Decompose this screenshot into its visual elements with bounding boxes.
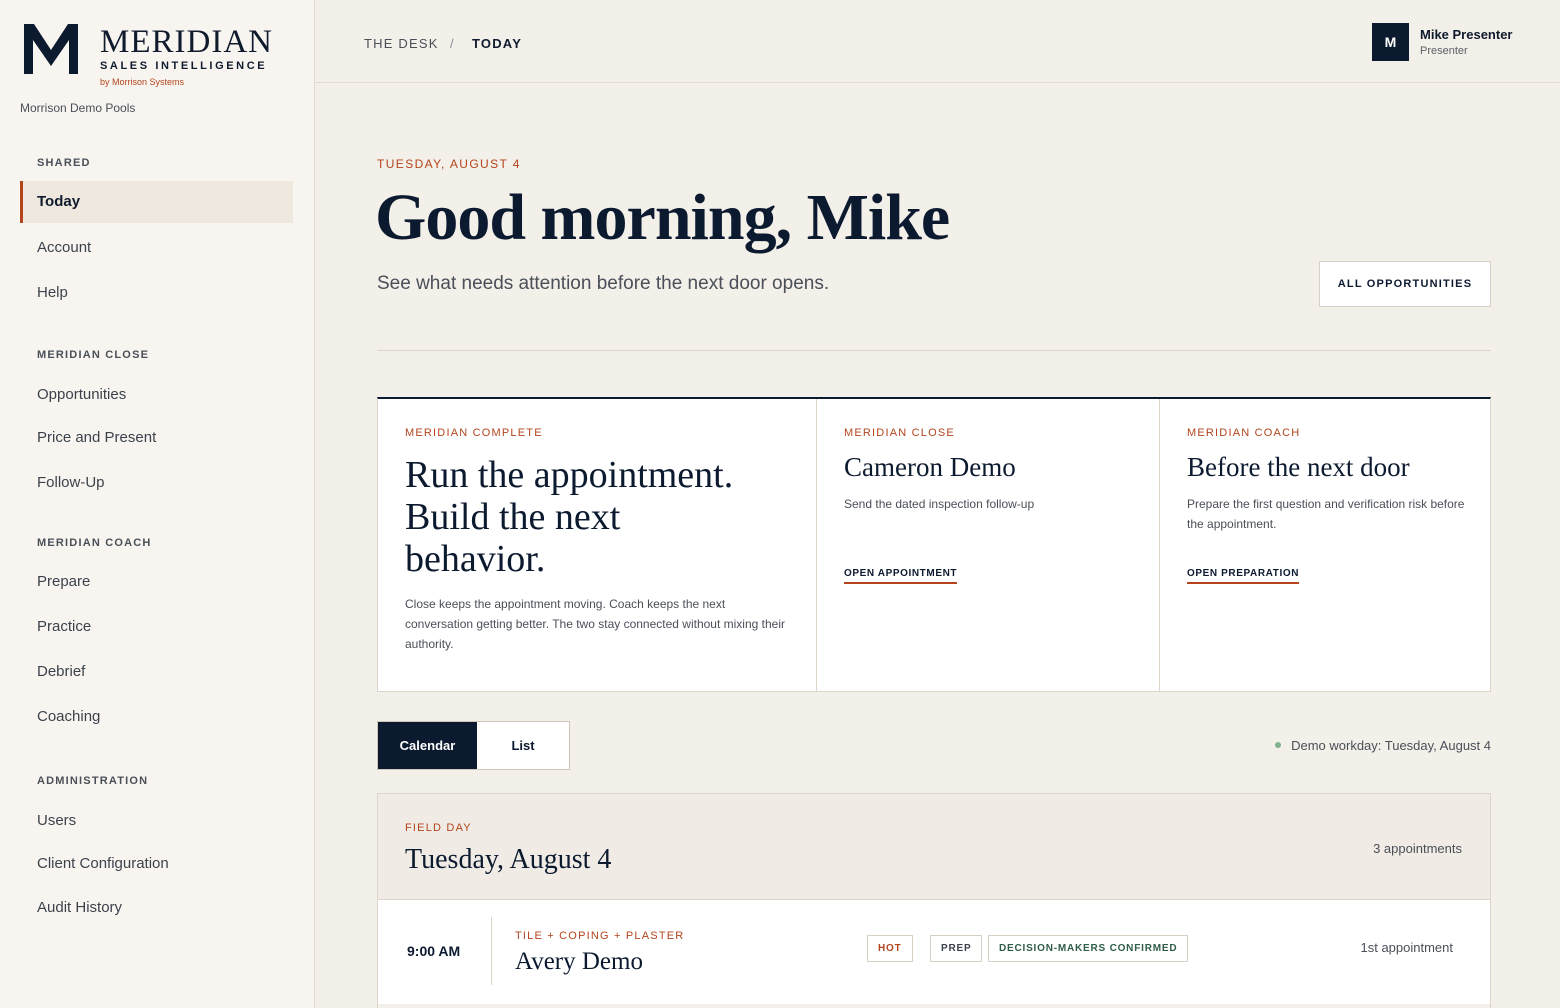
sidebar: MERIDIAN SALES INTELLIGENCE by Morrison … bbox=[0, 0, 315, 1008]
sidebar-item-help[interactable]: Help bbox=[20, 272, 293, 314]
workday-indicator: Demo workday: Tuesday, August 4 bbox=[1275, 738, 1491, 753]
open-preparation-link[interactable]: OPEN PREPARATION bbox=[1187, 568, 1300, 584]
brand-subtitle: SALES INTELLIGENCE bbox=[100, 60, 268, 72]
breadcrumb-separator: / bbox=[450, 36, 455, 51]
sidebar-item-prepare[interactable]: Prepare bbox=[20, 561, 293, 603]
avatar[interactable]: M bbox=[1372, 23, 1409, 61]
card-eyebrow: MERIDIAN COMPLETE bbox=[405, 427, 543, 439]
card-meridian-complete: MERIDIAN COMPLETE Run the appointment. B… bbox=[378, 399, 817, 692]
list-view-button[interactable]: List bbox=[477, 722, 569, 769]
card-description: Close keeps the appointment moving. Coac… bbox=[405, 597, 785, 651]
user-role: Presenter bbox=[1420, 45, 1468, 57]
appointment-count: 3 appointments bbox=[1373, 841, 1462, 856]
card-meridian-coach: MERIDIAN COACH Before the next door Prep… bbox=[1160, 399, 1490, 692]
appointment-sequence: 1st appointment bbox=[1360, 940, 1453, 955]
sidebar-item-opportunities[interactable]: Opportunities bbox=[20, 374, 293, 416]
organization-name: Morrison Demo Pools bbox=[20, 101, 136, 115]
card-meridian-close: MERIDIAN CLOSE Cameron Demo Send the dat… bbox=[817, 399, 1160, 692]
card-eyebrow: MERIDIAN CLOSE bbox=[844, 427, 955, 439]
sidebar-item-practice[interactable]: Practice bbox=[20, 606, 293, 648]
breadcrumb-today: TODAY bbox=[472, 36, 523, 51]
sidebar-item-audit-history[interactable]: Audit History bbox=[20, 887, 293, 929]
page-subtitle: See what needs attention before the next… bbox=[377, 273, 830, 294]
appointment-time: 9:00 AM bbox=[407, 943, 461, 959]
sidebar-item-users[interactable]: Users bbox=[20, 800, 293, 842]
appointment-type: TILE + COPING + PLASTER bbox=[515, 930, 685, 942]
status-badge-prep: PREP bbox=[930, 935, 983, 962]
status-badge-decision-makers: DECISION-MAKERS CONFIRMED bbox=[988, 935, 1189, 962]
brand-logo[interactable]: MERIDIAN SALES INTELLIGENCE by Morrison … bbox=[22, 20, 292, 90]
breadcrumb-the-desk[interactable]: THE DESK bbox=[364, 36, 439, 51]
card-eyebrow: MERIDIAN COACH bbox=[1187, 427, 1301, 439]
workday-text: Demo workday: Tuesday, August 4 bbox=[1291, 738, 1491, 753]
nav-section-administration: ADMINISTRATION bbox=[37, 775, 149, 787]
nav-section-meridian-close: MERIDIAN CLOSE bbox=[37, 349, 150, 361]
sidebar-item-debrief[interactable]: Debrief bbox=[20, 651, 293, 693]
user-name[interactable]: Mike Presenter bbox=[1420, 27, 1513, 42]
sidebar-item-client-configuration[interactable]: Client Configuration bbox=[20, 843, 293, 885]
day-eyebrow: FIELD DAY bbox=[405, 822, 472, 834]
calendar-view-button[interactable]: Calendar bbox=[378, 722, 477, 769]
sidebar-item-price-and-present[interactable]: Price and Present bbox=[20, 417, 293, 459]
day-title: Tuesday, August 4 bbox=[405, 844, 612, 875]
brand-byline: by Morrison Systems bbox=[100, 77, 185, 87]
divider bbox=[377, 350, 1491, 351]
divider bbox=[491, 917, 492, 985]
meridian-logo-icon bbox=[24, 24, 78, 74]
status-dot-icon bbox=[1275, 741, 1282, 748]
sidebar-item-account[interactable]: Account bbox=[20, 227, 293, 269]
appointment-name[interactable]: Avery Demo bbox=[515, 948, 643, 976]
card-title: Cameron Demo bbox=[844, 452, 1016, 482]
current-date: TUESDAY, AUGUST 4 bbox=[377, 157, 521, 171]
status-badge-hot: HOT bbox=[867, 935, 913, 962]
card-headline: Run the appointment. Build the next beha… bbox=[405, 454, 734, 580]
sidebar-item-follow-up[interactable]: Follow-Up bbox=[20, 462, 293, 504]
top-bar: THE DESK / TODAY M Mike Presenter Presen… bbox=[315, 0, 1560, 83]
card-description: Send the dated inspection follow-up bbox=[844, 497, 1035, 511]
sidebar-item-coaching[interactable]: Coaching bbox=[20, 696, 293, 738]
day-header: FIELD DAY Tuesday, August 4 3 appointmen… bbox=[378, 794, 1490, 900]
card-title: Before the next door bbox=[1187, 452, 1410, 482]
brand-name: MERIDIAN bbox=[100, 24, 273, 60]
card-description: Prepare the first question and verificat… bbox=[1187, 497, 1465, 531]
page-title: Good morning, Mike bbox=[375, 181, 950, 254]
sidebar-item-today[interactable]: Today bbox=[20, 181, 293, 223]
overview-cards: MERIDIAN COMPLETE Run the appointment. B… bbox=[377, 397, 1491, 692]
field-day-panel: FIELD DAY Tuesday, August 4 3 appointmen… bbox=[377, 793, 1491, 1008]
nav-section-shared: SHARED bbox=[37, 157, 91, 169]
appointment-row[interactable]: 9:00 AM TILE + COPING + PLASTER Avery De… bbox=[378, 900, 1490, 1004]
all-opportunities-button[interactable]: ALL OPPORTUNITIES bbox=[1319, 261, 1491, 307]
nav-section-meridian-coach: MERIDIAN COACH bbox=[37, 537, 152, 549]
open-appointment-link[interactable]: OPEN APPOINTMENT bbox=[844, 568, 958, 584]
view-toggle: Calendar List bbox=[377, 721, 570, 770]
